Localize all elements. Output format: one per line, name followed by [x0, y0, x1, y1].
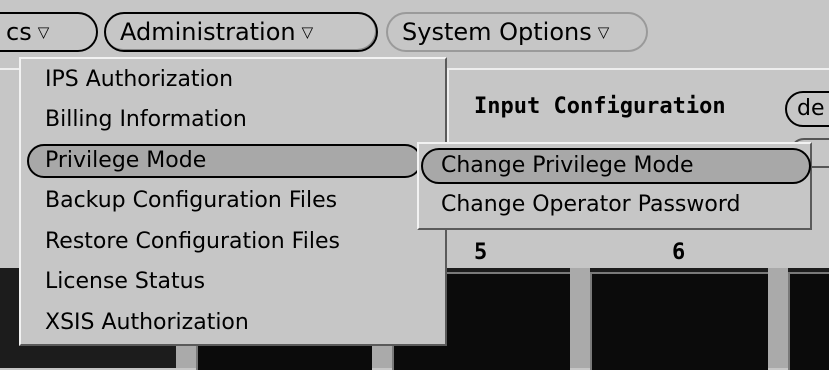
dropdown-arrow-icon: ▽ — [37, 23, 50, 41]
column-number: 5 — [474, 240, 488, 265]
administration-menu-label: Administration — [120, 18, 296, 46]
slot-divider — [570, 268, 590, 368]
system-options-menu-label: System Options — [402, 18, 592, 46]
menu-item-privilege-mode-label: Privilege Mode — [45, 148, 207, 173]
system-options-menu-button[interactable]: System Options ▽ — [386, 12, 648, 52]
dropdown-arrow-icon: ▽ — [597, 23, 610, 41]
slot-divider — [768, 268, 788, 368]
menu-item-ips-authorization[interactable]: IPS Authorization — [45, 65, 233, 95]
submenu-item-change-privilege-mode[interactable]: Change Privilege Mode — [421, 148, 811, 184]
menu-item-billing-information[interactable]: Billing Information — [45, 105, 247, 135]
menu-item-restore-configuration-files[interactable]: Restore Configuration Files — [45, 227, 340, 257]
menu-item-license-status[interactable]: License Status — [45, 267, 205, 297]
menu-item-xsis-authorization[interactable]: XSIS Authorization — [45, 308, 249, 338]
tools-menu-button[interactable]: cs ▽ — [0, 12, 98, 52]
input-slot[interactable] — [788, 272, 829, 370]
tools-menu-label: cs — [6, 18, 32, 46]
panel-divider — [447, 68, 449, 142]
submenu-item-change-operator-password[interactable]: Change Operator Password — [441, 190, 740, 220]
mode-button[interactable]: de — [785, 91, 829, 127]
administration-menu-button[interactable]: Administration ▽ — [104, 12, 378, 52]
panel-divider — [0, 68, 20, 70]
input-slot[interactable] — [590, 272, 768, 370]
dropdown-arrow-icon: ▽ — [301, 23, 314, 41]
mode-button-label: de — [797, 96, 825, 121]
input-configuration-heading: Input Configuration — [474, 94, 726, 119]
administration-dropdown-menu: IPS Authorization Billing Information Pr… — [19, 57, 447, 346]
menu-item-backup-configuration-files[interactable]: Backup Configuration Files — [45, 186, 337, 216]
menu-item-privilege-mode[interactable]: Privilege Mode r — [27, 144, 426, 178]
column-number: 6 — [672, 240, 686, 265]
privilege-mode-submenu: Change Privilege Mode Change Operator Pa… — [417, 142, 812, 230]
panel-divider — [447, 68, 829, 70]
